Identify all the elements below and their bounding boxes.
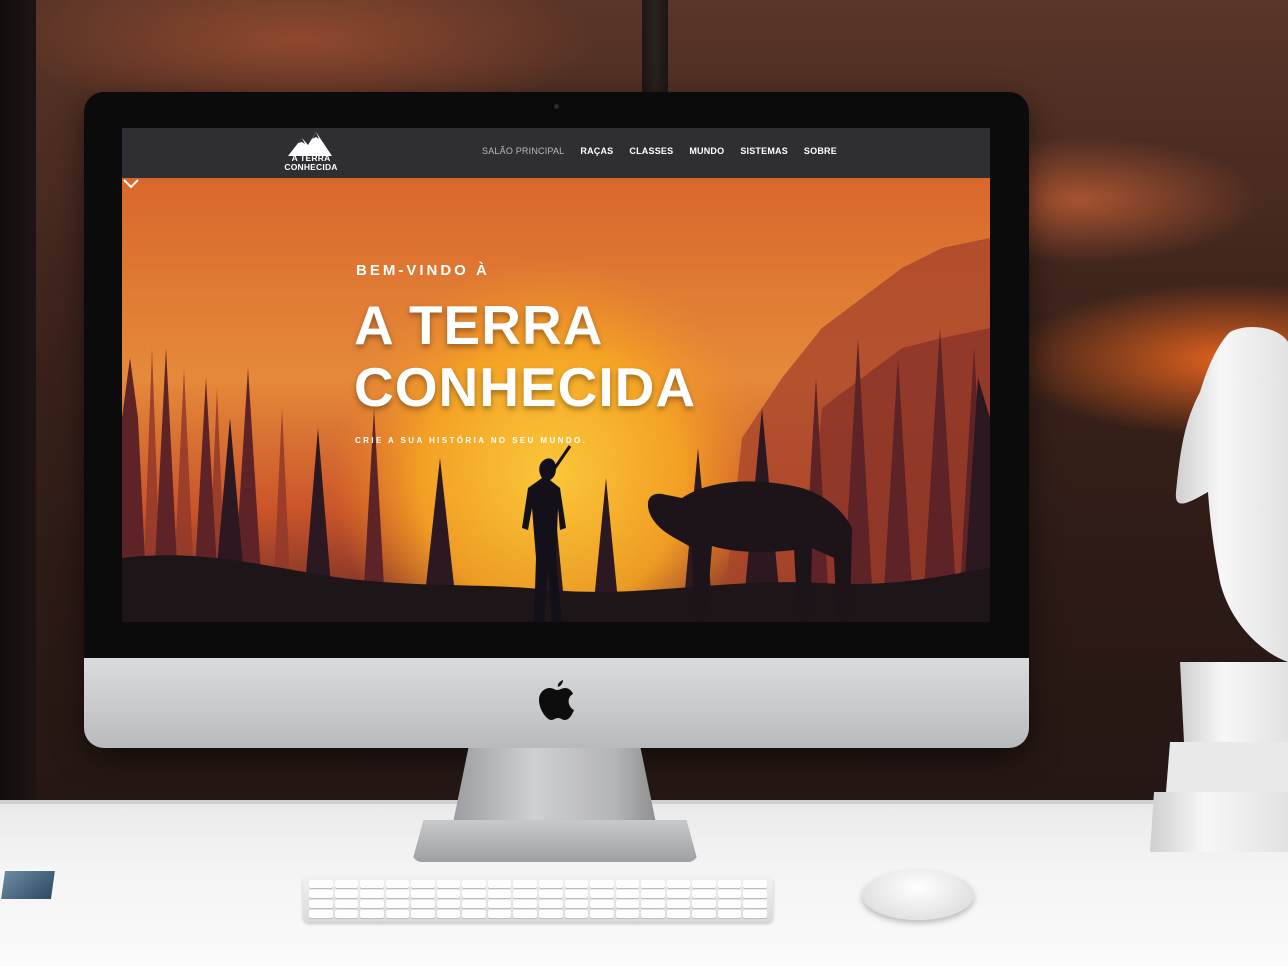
nav-item-sobre[interactable]: SOBRE [804, 146, 837, 156]
nav-menu: SALÃO PRINCIPAL RAÇAS CLASSES MUNDO SIST… [482, 146, 837, 156]
keyboard [303, 876, 773, 922]
hero-title-line1: A TERRA [354, 294, 604, 356]
site-logo[interactable]: A TERRA CONHECIDA [280, 132, 342, 176]
nav-item-classes[interactable]: CLASSES [629, 146, 673, 156]
website-screen: A TERRA CONHECIDA SALÃO PRINCIPAL RAÇAS … [122, 128, 990, 622]
window-frame [642, 0, 668, 96]
site-navbar: A TERRA CONHECIDA SALÃO PRINCIPAL RAÇAS … [122, 128, 990, 178]
monitor-stand-foot [412, 820, 698, 862]
hero-title-line2: CONHECIDA [354, 356, 697, 418]
logo-text-line2: CONHECIDA [284, 162, 338, 172]
hero-title: A TERRA CONHECIDA [354, 294, 814, 418]
nav-item-racas[interactable]: RAÇAS [580, 146, 613, 156]
photo-print [0, 868, 59, 902]
camera-icon [554, 104, 559, 109]
statue-bust [1150, 327, 1288, 852]
monitor-stand [452, 748, 657, 828]
mouse [862, 870, 974, 920]
apple-logo-icon [539, 680, 574, 720]
nav-item-mundo[interactable]: MUNDO [689, 146, 724, 156]
chevron-down-icon[interactable] [122, 178, 140, 190]
hero-section: BEM-VINDO À A TERRA CONHECIDA CRIE A SUA… [122, 178, 990, 622]
nav-item-sistemas[interactable]: SISTEMAS [740, 146, 788, 156]
hero-subtitle: CRIE A SUA HISTÓRIA NO SEU MUNDO. [355, 436, 588, 445]
hero-pretitle: BEM-VINDO À [356, 262, 490, 279]
logo-text: A TERRA CONHECIDA [280, 154, 342, 172]
window-frame-left [0, 0, 36, 810]
nav-item-salao-principal[interactable]: SALÃO PRINCIPAL [482, 146, 564, 156]
